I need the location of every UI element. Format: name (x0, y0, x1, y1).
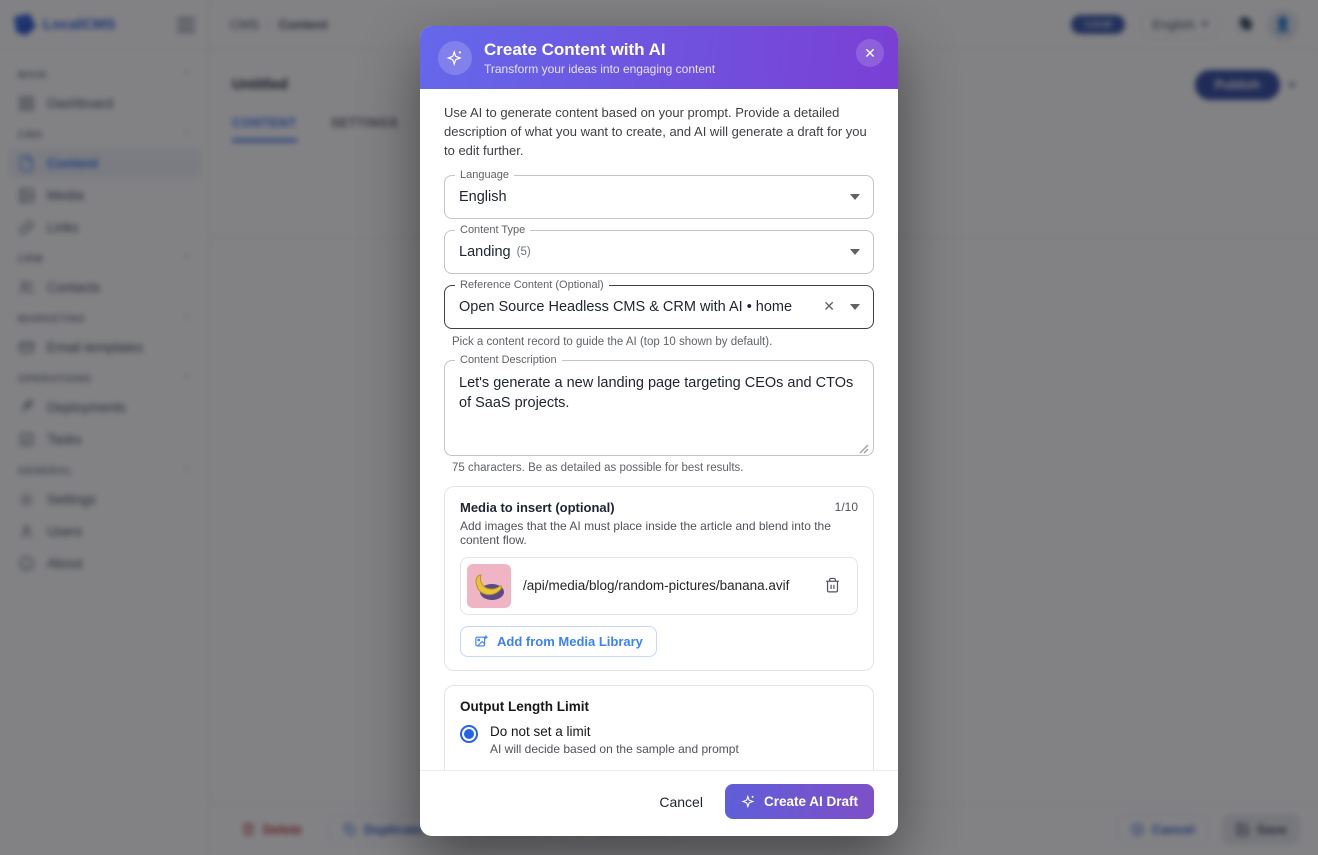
chevron-down-icon (850, 249, 860, 255)
clear-icon[interactable]: ✕ (819, 296, 839, 317)
reference-content-value: Open Source Headless CMS & CRM with AI •… (459, 299, 792, 315)
resize-handle[interactable] (859, 441, 869, 451)
media-item-path: /api/media/blog/random-pictures/banana.a… (523, 578, 808, 593)
media-to-insert-section: Media to insert (optional) 1/10 Add imag… (444, 486, 874, 671)
chevron-down-icon (850, 194, 860, 200)
media-section-description: Add images that the AI must place inside… (460, 519, 858, 547)
sparkles-icon (438, 41, 472, 75)
reference-content-label: Reference Content (Optional) (455, 279, 609, 291)
close-icon[interactable]: ✕ (856, 39, 884, 67)
modal-title: Create Content with AI (484, 39, 715, 60)
banana-image (467, 564, 511, 608)
modal-footer: Cancel Create AI Draft (420, 770, 898, 836)
content-type-count: (5) (517, 246, 531, 258)
content-description-helper: 75 characters. Be as detailed as possibl… (452, 462, 874, 474)
media-item-row: /api/media/blog/random-pictures/banana.a… (460, 557, 858, 615)
media-counter: 1/10 (835, 500, 858, 514)
content-description-input[interactable] (459, 373, 859, 437)
radio-no-limit-helper: AI will decide based on the sample and p… (490, 742, 739, 756)
create-content-ai-modal: Create Content with AI Transform your id… (420, 26, 898, 836)
content-type-select-value: Landing (459, 244, 511, 260)
radio-selected-icon[interactable] (460, 725, 478, 743)
output-length-limit-section: Output Length Limit Do not set a limit A… (444, 685, 874, 770)
output-limit-title: Output Length Limit (460, 699, 858, 714)
radio-no-limit[interactable]: Do not set a limit AI will decide based … (460, 724, 858, 756)
reference-content-combobox[interactable]: Reference Content (Optional) Open Source… (444, 285, 874, 329)
modal-subtitle: Transform your ideas into engaging conte… (484, 62, 715, 76)
add-from-media-library-button[interactable]: Add from Media Library (460, 626, 657, 657)
media-thumbnail (467, 564, 511, 608)
content-type-select-label: Content Type (455, 224, 530, 236)
content-type-select[interactable]: Content Type Landing (5) (444, 230, 874, 274)
language-select-label: Language (455, 169, 514, 181)
modal-body: Use AI to generate content based on your… (420, 89, 898, 770)
content-description-field: Content Description (444, 360, 874, 456)
modal-header: Create Content with AI Transform your id… (420, 26, 898, 89)
language-select[interactable]: Language English (444, 175, 874, 219)
content-description-label: Content Description (455, 354, 562, 366)
media-section-title: Media to insert (optional) (460, 500, 615, 515)
reference-content-helper: Pick a content record to guide the AI (t… (452, 336, 874, 348)
chevron-down-icon (850, 304, 860, 310)
delete-media-button[interactable] (820, 573, 845, 598)
cancel-button[interactable]: Cancel (659, 794, 703, 810)
modal-intro-text: Use AI to generate content based on your… (444, 104, 874, 161)
create-ai-draft-button[interactable]: Create AI Draft (725, 784, 874, 819)
sparkles-icon (741, 794, 756, 809)
language-select-value: English (459, 189, 507, 205)
image-plus-icon (474, 634, 489, 649)
trash-icon (824, 577, 841, 594)
